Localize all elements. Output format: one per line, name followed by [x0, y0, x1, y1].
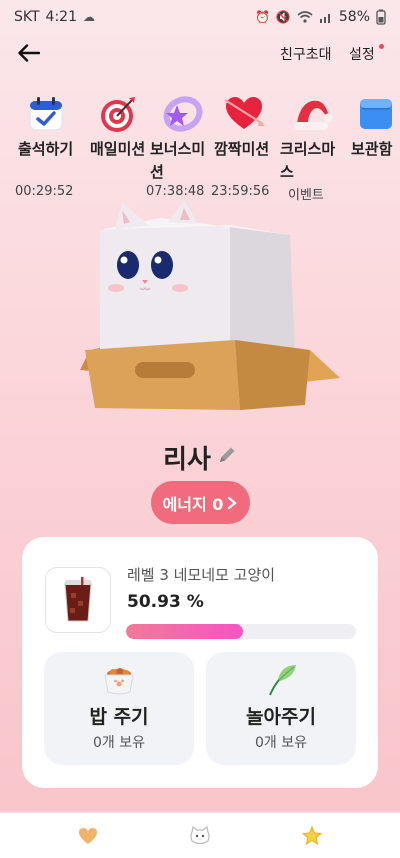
tab-cat[interactable] — [188, 825, 212, 847]
energy-button[interactable]: 에너지 0 — [151, 481, 250, 524]
cat-cheek-right — [172, 284, 188, 292]
play-title: 놀아주기 — [246, 706, 316, 728]
carrier: SKT — [14, 9, 40, 25]
storage-box-icon — [354, 92, 398, 136]
battery-icon — [376, 9, 386, 25]
mission-timer: 07:38:48 — [146, 184, 205, 199]
arrow-left-icon — [18, 44, 40, 62]
pet-status-card: 레벨 3 네모네모 고양이 50.93 % 밥 주기 0개 보유 놀아주기 0개… — [22, 537, 378, 788]
drink-thumbnail — [45, 567, 111, 633]
energy-label: 에너지 0 — [162, 494, 224, 514]
chevron-right-icon — [228, 496, 238, 509]
settings-link[interactable]: 설정 — [349, 44, 375, 64]
mission-label: 보관함 — [351, 140, 393, 158]
alarm-icon: ⏰ — [254, 10, 270, 24]
cat-character[interactable] — [60, 200, 340, 425]
cat-cheek-left — [108, 284, 124, 292]
play-count: 0개 보유 — [255, 735, 307, 751]
level-percent: 50.93 % — [127, 592, 204, 612]
mission-label: 깜짝미션 — [214, 140, 270, 158]
leaf-toy-icon — [256, 662, 306, 698]
arrow-heart-icon — [222, 92, 266, 136]
cat-eye-left — [117, 251, 139, 279]
mission-label: 출석하기 — [18, 140, 74, 158]
top-nav: 친구초대 설정 — [0, 36, 400, 72]
cat-eye-right — [151, 251, 173, 279]
invite-friends-link[interactable]: 친구초대 — [280, 44, 332, 64]
feed-title: 밥 주기 — [89, 706, 149, 728]
cat-face-tab-icon — [190, 826, 210, 845]
notification-dot — [379, 44, 384, 49]
mission-row: 출석하기 00:29:52 매일미션 보너스미션 07:38:48 깜짝미션 2… — [0, 92, 400, 204]
tab-star[interactable] — [300, 825, 324, 847]
heart-tab-icon — [79, 828, 97, 844]
status-left: SKT 4:21 ☁ — [14, 9, 95, 25]
circle — [120, 256, 128, 264]
calendar-check-icon — [24, 92, 68, 136]
level-progress-fill — [126, 624, 244, 639]
wifi-icon — [297, 11, 313, 23]
circle — [154, 256, 162, 264]
feed-count: 0개 보유 — [93, 735, 145, 751]
tab-heart[interactable] — [76, 825, 100, 847]
dartboard-icon — [96, 92, 140, 136]
mission-label: 크리스마스 — [280, 140, 336, 181]
pet-name-row: 리사 — [0, 437, 400, 477]
level-label: 레벨 3 네모네모 고양이 — [127, 566, 276, 584]
battery-text: 58% — [338, 9, 370, 25]
clock: 4:21 — [45, 9, 77, 25]
mission-label: 보너스미션 — [150, 140, 206, 181]
box-side — [235, 340, 310, 410]
bottom-tab-bar — [0, 812, 400, 858]
cat-body-side — [230, 225, 295, 355]
star-ring-icon — [160, 92, 204, 136]
food-bowl-icon — [94, 662, 144, 698]
iced-drink-icon — [64, 577, 92, 622]
pencil-icon — [219, 447, 235, 462]
pet-name: 리사 — [163, 444, 211, 475]
mission-timer: 23:59:56 — [211, 184, 270, 199]
box-handle — [135, 362, 195, 378]
status-bar: SKT 4:21 ☁ ⏰ 🔇 58% — [0, 0, 400, 34]
signal-icon — [319, 14, 330, 23]
star-tab-icon — [302, 826, 322, 846]
level-progress-bar — [126, 624, 356, 639]
mission-label: 매일미션 — [90, 140, 146, 158]
santa-hat-icon — [290, 92, 334, 136]
feed-button[interactable]: 밥 주기 0개 보유 — [44, 652, 194, 765]
cloud-icon: ☁ — [83, 10, 95, 24]
back-button[interactable] — [16, 40, 42, 66]
mute-icon: 🔇 — [275, 10, 291, 24]
edit-name-button[interactable] — [217, 445, 237, 469]
status-right: ⏰ 🔇 58% — [255, 9, 386, 25]
play-button[interactable]: 놀아주기 0개 보유 — [206, 652, 356, 765]
mission-timer: 00:29:52 — [15, 184, 74, 199]
